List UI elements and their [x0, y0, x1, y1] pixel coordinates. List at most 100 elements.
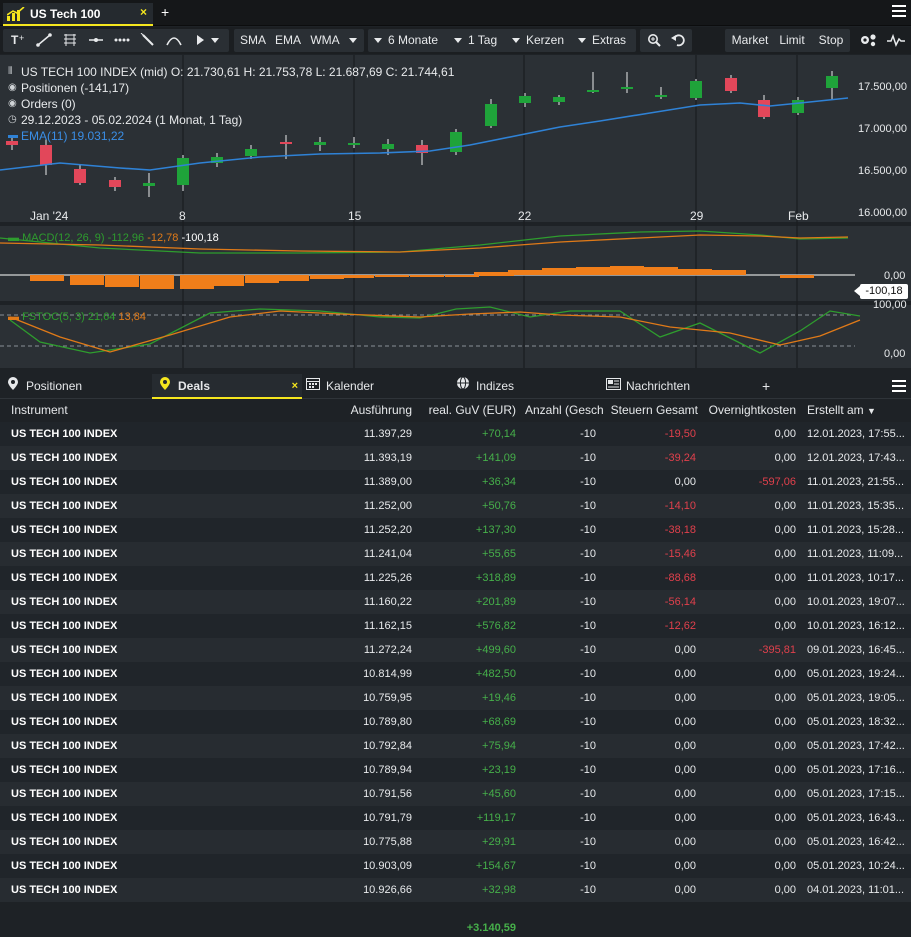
cell-overnight: 0,00	[774, 572, 796, 584]
table-row[interactable]: US TECH 100 INDEX 10.792,84 +75,94 -10 0,00 0…	[0, 734, 911, 758]
col-ausfuehrung[interactable]: Ausführung	[330, 400, 412, 422]
col-anzahl[interactable]: Anzahl (Geschl	[525, 400, 604, 422]
tab-close-icon[interactable]: ×	[292, 374, 298, 398]
tab-label: Deals	[178, 379, 211, 393]
interval-select[interactable]: 1 Tag	[454, 29, 514, 52]
cell-ausfuehrung: 10.791,56	[363, 788, 412, 800]
table-row[interactable]: US TECH 100 INDEX 10.759,95 +19,46 -10 0,00 0…	[0, 686, 911, 710]
curve-icon[interactable]	[163, 29, 185, 52]
table-row[interactable]: US TECH 100 INDEX 11.162,15 +576,82 -10 -12,…	[0, 614, 911, 638]
hline-tool-icon[interactable]	[85, 29, 107, 52]
add-tab-button[interactable]: +	[161, 4, 169, 20]
macd-hist-bar	[576, 267, 610, 275]
limit-button[interactable]: Limit	[777, 29, 807, 52]
table-row[interactable]: US TECH 100 INDEX 11.393,19 +141,09 -10 -39,…	[0, 446, 911, 470]
table-row[interactable]: US TECH 100 INDEX 10.775,88 +29,91 -10 0,00 0…	[0, 830, 911, 854]
table-row[interactable]: US TECH 100 INDEX 11.252,00 +50,76 -10 -14,1…	[0, 494, 911, 518]
macd-hist-bar	[375, 275, 409, 277]
cell-overnight: -395,81	[758, 644, 796, 656]
bars-icon: ⦀	[8, 66, 13, 77]
text-tool-icon[interactable]: T +	[7, 29, 29, 52]
cell-anzahl: -10	[580, 788, 596, 800]
col-erstellt-am[interactable]: Erstellt am ▼	[807, 400, 907, 422]
table-row[interactable]: US TECH 100 INDEX 10.789,94 +23,19 -10 0,00 0…	[0, 758, 911, 782]
table-row[interactable]: US TECH 100 INDEX 11.397,29 +70,14 -10 -19,5…	[0, 422, 911, 446]
cell-ausfuehrung: 11.393,19	[363, 452, 412, 464]
cell-steuern: -14,10	[664, 500, 696, 512]
zoom-group	[640, 29, 692, 52]
table-row[interactable]: US TECH 100 INDEX 11.389,00 +36,34 -10 0,00 -…	[0, 470, 911, 494]
indicator-dropdown-icon[interactable]	[344, 29, 362, 52]
fib-tool-icon[interactable]	[59, 29, 81, 52]
table-row[interactable]: US TECH 100 INDEX 11.225,26 +318,89 -10 -88,…	[0, 566, 911, 590]
table-row[interactable]: US TECH 100 INDEX 10.791,56 +45,60 -10 0,00 0…	[0, 782, 911, 806]
macd-hist-value: -100,18	[181, 232, 219, 244]
tab-us-tech-100[interactable]: US Tech 100 ×	[3, 3, 153, 26]
cell-anzahl: -10	[580, 476, 596, 488]
col-real-guv[interactable]: real. GuV (EUR)	[422, 400, 516, 422]
table-row[interactable]: US TECH 100 INDEX 10.814,99 +482,50 -10 0,00…	[0, 662, 911, 686]
cell-overnight: 0,00	[774, 740, 796, 752]
cell-instrument: US TECH 100 INDEX	[11, 740, 118, 752]
settings-toggle-icon[interactable]	[858, 29, 882, 52]
ema-button[interactable]: EMA	[272, 29, 304, 52]
cell-anzahl: -10	[580, 524, 596, 536]
col-instrument[interactable]: Instrument	[11, 400, 211, 422]
table-row[interactable]: US TECH 100 INDEX 11.160,22 +201,89 -10 -56,…	[0, 590, 911, 614]
cell-instrument: US TECH 100 INDEX	[11, 548, 118, 560]
price-chart[interactable]: ⦀ US TECH 100 INDEX (mid) O: 21.730,61 H:…	[0, 55, 911, 368]
sma-button[interactable]: SMA	[238, 29, 268, 52]
tab-kalender[interactable]: Kalender	[306, 374, 446, 399]
cell-overnight: -597,06	[758, 476, 796, 488]
undo-icon[interactable]	[666, 29, 690, 52]
pulse-icon[interactable]	[884, 29, 908, 52]
total-guv: +3.140,59	[466, 922, 516, 934]
add-panel-tab-button[interactable]: +	[762, 374, 776, 399]
stop-button[interactable]: Stop	[817, 29, 845, 52]
cell-erstellt-am: 05.01.2023, 17:42...	[807, 740, 905, 752]
cell-steuern: 0,00	[674, 836, 696, 848]
radio-icon: ◉	[8, 82, 17, 93]
tab-indizes[interactable]: Indizes	[456, 374, 596, 399]
chart-type-select[interactable]: Kerzen	[512, 29, 580, 52]
x-axis-label: 15	[348, 209, 362, 223]
cell-overnight: 0,00	[774, 884, 796, 896]
cell-ausfuehrung: 10.814,99	[363, 668, 412, 680]
cell-overnight: 0,00	[774, 428, 796, 440]
cell-anzahl: -10	[580, 548, 596, 560]
panel-menu-icon[interactable]	[892, 380, 906, 393]
cell-anzahl: -10	[580, 428, 596, 440]
col-steuern[interactable]: Steuern Gesamt	[609, 400, 698, 422]
table-row[interactable]: US TECH 100 INDEX 11.272,24 +499,60 -10 0,00…	[0, 638, 911, 662]
period-select[interactable]: 6 Monate	[374, 29, 454, 52]
table-row[interactable]: US TECH 100 INDEX 10.789,80 +68,69 -10 0,00 0…	[0, 710, 911, 734]
tab-nachrichten[interactable]: Nachrichten	[606, 374, 750, 399]
line-tool-icon[interactable]	[33, 29, 55, 52]
x-axis-label: Feb	[788, 209, 809, 223]
tab-positionen[interactable]: Positionen	[6, 374, 146, 399]
extras-select[interactable]: Extras	[578, 29, 634, 52]
zoom-icon[interactable]	[642, 29, 666, 52]
dotted-line-icon[interactable]	[111, 29, 133, 52]
table-row[interactable]: US TECH 100 INDEX 10.903,09 +154,67 -10 0,00…	[0, 854, 911, 878]
table-row[interactable]: US TECH 100 INDEX 11.241,04 +55,65 -10 -15,4…	[0, 542, 911, 566]
col-overnight[interactable]: Overnightkosten	[704, 400, 796, 422]
market-button[interactable]: Market	[729, 29, 771, 52]
pencil-icon[interactable]	[137, 29, 159, 52]
main-menu-icon[interactable]	[892, 5, 906, 18]
table-row[interactable]: US TECH 100 INDEX 10.926,66 +32,98 -10 0,00 0…	[0, 878, 911, 902]
table-row[interactable]: US TECH 100 INDEX 11.252,20 +137,30 -10 -38,…	[0, 518, 911, 542]
tab-close-icon[interactable]: ×	[140, 5, 147, 19]
cursor-icon[interactable]	[189, 29, 225, 52]
cell-erstellt-am: 11.01.2023, 15:35...	[807, 500, 905, 512]
cell-ausfuehrung: 10.789,80	[363, 716, 412, 728]
tab-deals[interactable]: Deals ×	[152, 374, 302, 399]
cell-ausfuehrung: 11.252,20	[363, 524, 412, 536]
chart-logo-icon	[7, 6, 25, 21]
wma-button[interactable]: WMA	[308, 29, 342, 52]
cell-real-guv: +154,67	[475, 860, 516, 872]
pane-divider	[0, 222, 911, 226]
cell-real-guv: +70,14	[482, 428, 516, 440]
table-row[interactable]: US TECH 100 INDEX 10.791,79 +119,17 -10 0,00…	[0, 806, 911, 830]
candle-body	[587, 90, 599, 92]
